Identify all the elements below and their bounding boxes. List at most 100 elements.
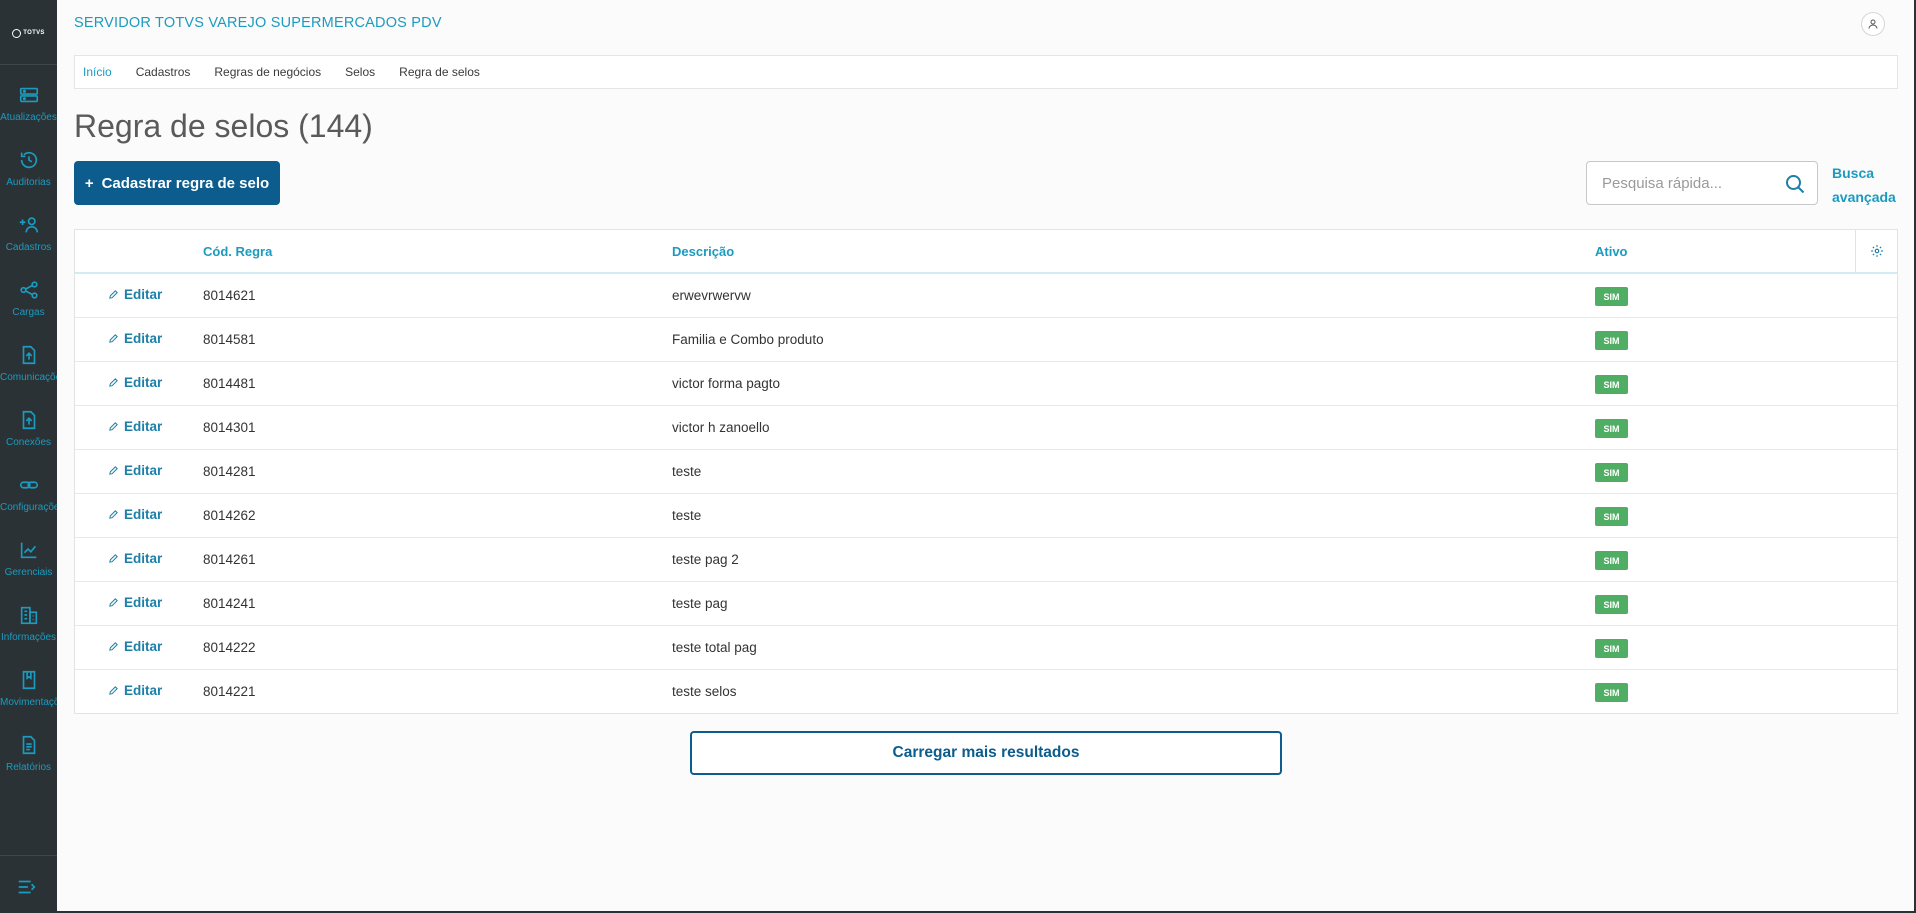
pencil-icon: [109, 466, 118, 475]
upload-file-icon: [22, 345, 35, 365]
breadcrumb-item-cadastros[interactable]: Cadastros: [136, 65, 191, 79]
load-more-button[interactable]: Carregar mais resultados: [690, 731, 1282, 775]
table-row: Editar 8014301 victor h zanoello SIM: [75, 406, 1897, 450]
edit-label: Editar: [124, 639, 163, 654]
table-row: Editar 8014581 Familia e Combo produto S…: [75, 318, 1897, 362]
seal-rules-table: Cód. Regra Descrição Ativo Editar 801462…: [74, 229, 1898, 714]
table-header: Cód. Regra Descrição Ativo: [75, 230, 1897, 274]
breadcrumb-item-regras-de-negocios[interactable]: Regras de negócios: [214, 65, 321, 79]
table-row: Editar 8014241 teste pag SIM: [75, 582, 1897, 626]
status-badge: SIM: [1595, 375, 1628, 394]
cell-code: 8014301: [203, 420, 256, 435]
advanced-search-label-line1: Busca: [1832, 165, 1875, 181]
sidebar-item-label: Atualizações: [0, 112, 57, 123]
sidebar-item-label: Informações: [0, 632, 57, 643]
sidebar-item-cadastros[interactable]: Cadastros: [0, 202, 57, 267]
sidebar-item-comunicacoes[interactable]: Comunicações: [0, 332, 57, 397]
table-row: Editar 8014222 teste total pag SIM: [75, 626, 1897, 670]
table-row: Editar 8014481 victor forma pagto SIM: [75, 362, 1897, 406]
edit-button[interactable]: Editar: [108, 419, 162, 434]
status-badge: SIM: [1595, 463, 1628, 482]
cell-code: 8014262: [203, 508, 256, 523]
edit-button[interactable]: Editar: [108, 551, 162, 566]
edit-label: Editar: [124, 331, 163, 346]
cell-description: teste total pag: [672, 640, 757, 655]
user-profile-button[interactable]: [1861, 12, 1885, 36]
status-badge: SIM: [1595, 419, 1628, 438]
quick-search-input[interactable]: [1587, 174, 1777, 192]
status-badge: SIM: [1595, 595, 1628, 614]
sidebar-item-conexoes[interactable]: Conexões: [0, 397, 57, 462]
cell-description: teste pag: [672, 596, 728, 611]
edit-label: Editar: [124, 595, 163, 610]
table-settings-button[interactable]: [1855, 230, 1897, 272]
search-icon[interactable]: [1783, 172, 1807, 196]
status-badge: SIM: [1595, 639, 1628, 658]
sidebar-item-label: Relatórios: [5, 762, 52, 773]
menu-collapse-icon[interactable]: [16, 876, 38, 898]
add-seal-rule-label: Cadastrar regra de selo: [101, 174, 270, 192]
logo-text: TOTVS: [23, 30, 45, 36]
breadcrumb-item-inicio[interactable]: Início: [83, 65, 112, 79]
advanced-search-label-line2: avançada: [1832, 189, 1896, 205]
add-seal-rule-button[interactable]: + Cadastrar regra de selo: [74, 161, 280, 205]
advanced-search-link[interactable]: Busca avançada: [1832, 161, 1902, 209]
server-icon: [19, 87, 38, 103]
cell-code: 8014621: [203, 288, 256, 303]
sidebar-item-label: Cadastros: [5, 242, 52, 253]
column-header-description[interactable]: Descrição: [672, 244, 734, 259]
pencil-icon: [109, 642, 118, 651]
pencil-icon: [109, 510, 118, 519]
edit-button[interactable]: Editar: [108, 639, 162, 654]
logo-icon: [12, 28, 22, 38]
pencil-icon: [109, 554, 118, 563]
edit-label: Editar: [124, 463, 163, 478]
column-header-code[interactable]: Cód. Regra: [203, 244, 272, 259]
sidebar-item-configuracoes[interactable]: Configurações: [0, 462, 57, 527]
sidebar-item-label: Cargas: [12, 307, 45, 318]
sidebar: TOTVS Atualizações Auditorias Cadastros …: [0, 0, 57, 913]
document-icon: [22, 735, 35, 755]
sidebar-item-informacoes[interactable]: Informações: [0, 592, 57, 657]
breadcrumb-item-regra-de-selos: Regra de selos: [399, 65, 480, 79]
sidebar-item-auditorias[interactable]: Auditorias: [0, 137, 57, 202]
sidebar-item-cargas[interactable]: Cargas: [0, 267, 57, 332]
table-row: Editar 8014221 teste selos SIM: [75, 670, 1897, 714]
status-badge: SIM: [1595, 683, 1628, 702]
table-row: Editar 8014281 teste SIM: [75, 450, 1897, 494]
pencil-icon: [109, 422, 118, 431]
column-header-active[interactable]: Ativo: [1595, 244, 1628, 259]
plus-icon: +: [84, 174, 94, 192]
cell-code: 8014222: [203, 640, 256, 655]
totvs-logo: TOTVS: [0, 24, 57, 42]
sidebar-item-relatorios[interactable]: Relatórios: [0, 722, 57, 787]
edit-button[interactable]: Editar: [108, 595, 162, 610]
table-row: Editar 8014262 teste SIM: [75, 494, 1897, 538]
edit-button[interactable]: Editar: [108, 287, 162, 302]
add-user-icon: [19, 217, 38, 233]
breadcrumb: Início Cadastros Regras de negócios Selo…: [74, 55, 1898, 89]
edit-button[interactable]: Editar: [108, 331, 162, 346]
cell-description: teste selos: [672, 684, 737, 699]
app-title: SERVIDOR TOTVS VAREJO SUPERMERCADOS PDV: [74, 15, 442, 31]
cell-description: victor forma pagto: [672, 376, 781, 391]
edit-label: Editar: [124, 375, 163, 390]
pencil-icon: [109, 378, 118, 387]
sidebar-item-atualizacoes[interactable]: Atualizações: [0, 72, 57, 137]
breadcrumb-item-selos[interactable]: Selos: [345, 65, 375, 79]
share-icon: [19, 281, 38, 299]
sidebar-item-movimentacoes[interactable]: Movimentações: [0, 657, 57, 722]
upload-file-icon: [22, 410, 35, 430]
cell-code: 8014281: [203, 464, 256, 479]
bookmark-icon: [22, 670, 35, 690]
cell-code: 8014261: [203, 552, 256, 567]
edit-button[interactable]: Editar: [108, 683, 162, 698]
sidebar-item-gerenciais[interactable]: Gerenciais: [0, 527, 57, 592]
edit-button[interactable]: Editar: [108, 507, 162, 522]
status-badge: SIM: [1595, 551, 1628, 570]
edit-button[interactable]: Editar: [108, 375, 162, 390]
edit-button[interactable]: Editar: [108, 463, 162, 478]
edit-label: Editar: [124, 287, 163, 302]
edit-label: Editar: [124, 683, 163, 698]
cell-description: erwevrwervw: [672, 288, 751, 303]
